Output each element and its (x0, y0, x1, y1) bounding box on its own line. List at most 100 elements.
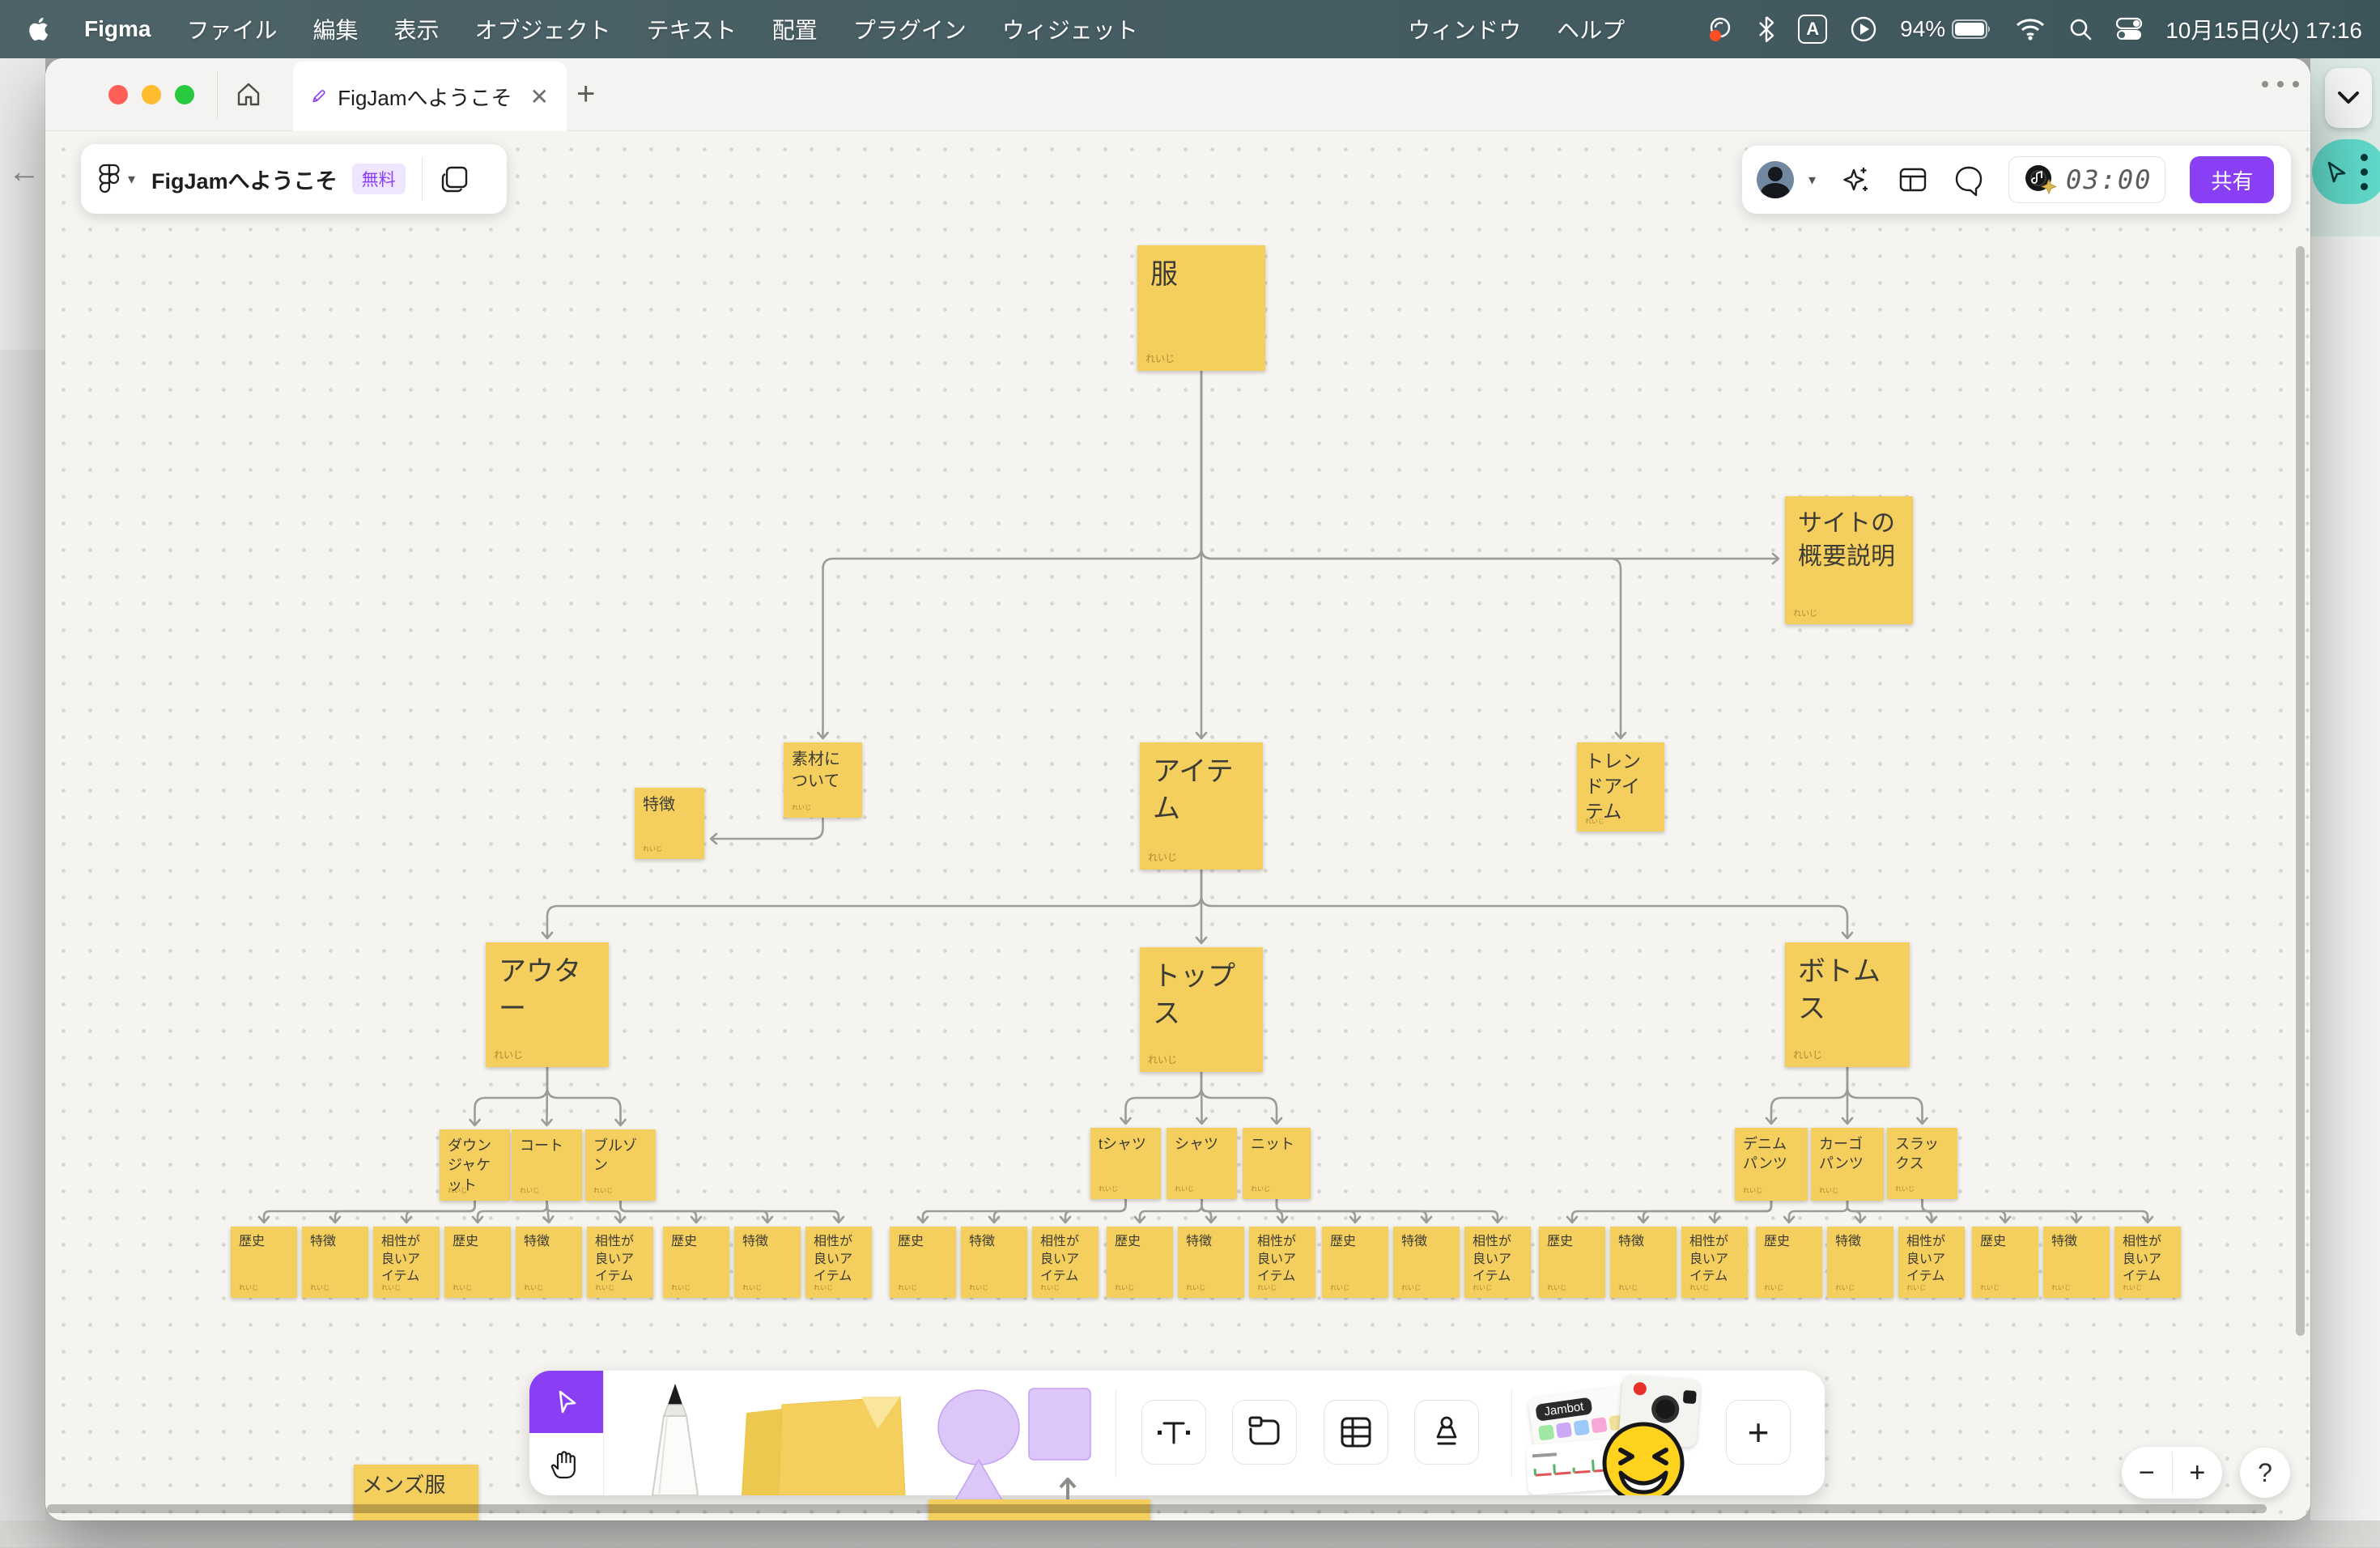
sticky-note-leaf4_1[interactable]: 特徴れいじ (1178, 1227, 1244, 1298)
sticky-note-slacks[interactable]: スラックスれいじ (1887, 1128, 1957, 1199)
templates-icon[interactable] (439, 163, 471, 195)
sticky-note-leaf7_2[interactable]: 相性が良いアイテムれいじ (1898, 1227, 1965, 1298)
sticky-note-denim[interactable]: デニムパンツれいじ (1735, 1128, 1808, 1201)
help-button[interactable]: ? (2240, 1448, 2290, 1498)
menu-item[interactable]: ウィジェット (1002, 13, 1138, 45)
add-tool-button[interactable]: + (1726, 1400, 1791, 1465)
home-button[interactable] (230, 78, 267, 112)
file-tab[interactable]: FigJamへようこそ ✕ (293, 62, 567, 131)
zoom-out-button[interactable]: − (2122, 1447, 2172, 1499)
sticky-note-bottoms[interactable]: ボトムスれいじ (1785, 942, 1910, 1067)
spotlight-search-icon[interactable] (2068, 17, 2093, 41)
avatar[interactable] (1757, 161, 1794, 198)
sticky-note-leaf5_1[interactable]: 特徴れいじ (1393, 1227, 1460, 1298)
sticky-note-down_jacket[interactable]: ダウンジャケットれいじ (440, 1129, 510, 1201)
comment-icon[interactable] (1953, 164, 1984, 196)
sticky-note-leaf3_2[interactable]: 相性が良いアイテムれいじ (1032, 1227, 1099, 1298)
sticky-note-leaf1_1[interactable]: 特徴れいじ (516, 1227, 582, 1298)
play-status-icon[interactable] (1850, 15, 1877, 43)
sticky-note-tshirt[interactable]: tシャツれいじ (1090, 1128, 1161, 1199)
sticky-note-leaf8_2[interactable]: 相性が良いアイテムれいじ (2114, 1227, 2181, 1298)
battery-indicator[interactable]: 94% (1900, 16, 1992, 42)
sticky-note-tops[interactable]: トップスれいじ (1140, 947, 1263, 1072)
figma-logo-icon[interactable] (99, 164, 120, 194)
chevron-down-icon[interactable]: ▾ (128, 171, 135, 188)
wifi-icon[interactable] (2015, 18, 2046, 40)
sticky-note-leaf2_1[interactable]: 特徴れいじ (734, 1227, 801, 1298)
widgets-more-tools[interactable]: Jambot (1525, 1371, 1723, 1495)
sticky-note-outer[interactable]: アウターれいじ (486, 942, 609, 1067)
sticky-note-leaf7_1[interactable]: 特徴れいじ (1827, 1227, 1893, 1298)
sticky-note-leaf1_0[interactable]: 歴史れいじ (444, 1227, 511, 1298)
section-tool[interactable] (1232, 1400, 1297, 1465)
sticky-note-leaf0_1[interactable]: 特徴れいじ (302, 1227, 368, 1298)
template-layout-icon[interactable] (1897, 164, 1929, 196)
sticky-note-trend[interactable]: トレンドアイテムれいじ (1577, 742, 1664, 831)
minimize-window-button[interactable] (142, 85, 161, 104)
timer-widget[interactable]: 03:00 (2008, 156, 2165, 203)
menu-item-window[interactable]: ウィンドウ (1408, 13, 1521, 45)
sticky-note-leaf5_2[interactable]: 相性が良いアイテムれいじ (1464, 1227, 1531, 1298)
sticky-note-knit[interactable]: ニットれいじ (1243, 1128, 1311, 1199)
sticky-note-leaf7_0[interactable]: 歴史れいじ (1756, 1227, 1822, 1298)
sticky-note-sozai[interactable]: 素材についてれいじ (784, 742, 862, 818)
screen-record-status-icon[interactable] (1706, 15, 1735, 44)
sticky-note-leaf6_1[interactable]: 特徴れいじ (1610, 1227, 1677, 1298)
vertical-scrollbar[interactable] (2296, 246, 2305, 1336)
menu-item[interactable]: テキスト (647, 13, 737, 45)
menu-item[interactable]: 編集 (312, 13, 358, 45)
zoom-in-button[interactable]: + (2173, 1447, 2223, 1499)
bluetooth-icon[interactable] (1757, 15, 1775, 43)
figjam-canvas[interactable]: ▾ FigJamへようこそ 無料 ▾ (45, 131, 2310, 1520)
sticky-note-blouson[interactable]: ブルゾンれいじ (585, 1129, 656, 1201)
menu-item[interactable]: 表示 (394, 13, 440, 45)
menu-item[interactable]: プラグイン (853, 13, 967, 45)
collapse-chevron-button[interactable] (2325, 68, 2372, 128)
tab-close-icon[interactable]: ✕ (530, 83, 549, 110)
sticky-note-leaf8_0[interactable]: 歴史れいじ (1972, 1227, 2038, 1298)
sticky-note-cargo[interactable]: カーゴパンツれいじ (1811, 1128, 1884, 1201)
menu-datetime[interactable]: 10月15日(火) 17:16 (2165, 13, 2362, 45)
sticky-note-coat[interactable]: コートれいじ (512, 1129, 582, 1201)
sticky-note-leaf3_0[interactable]: 歴史れいじ (890, 1227, 956, 1298)
sticky-note-leaf6_2[interactable]: 相性が良いアイテムれいじ (1681, 1227, 1748, 1298)
control-center-icon[interactable] (2115, 17, 2143, 41)
sticky-note-shirt[interactable]: シャツれいじ (1167, 1128, 1237, 1199)
sticky-note-site[interactable]: サイトの概要説明れいじ (1785, 496, 1913, 624)
sticky-note-leaf2_2[interactable]: 相性が良いアイテムれいじ (805, 1227, 872, 1298)
sticky-note-fuku[interactable]: 服れいじ (1137, 245, 1265, 371)
menu-item-help[interactable]: ヘルプ (1557, 13, 1625, 45)
menu-app-name[interactable]: Figma (84, 16, 151, 42)
sticky-note-leaf1_2[interactable]: 相性が良いアイテムれいじ (587, 1227, 653, 1298)
select-tool[interactable] (529, 1371, 603, 1433)
sticky-note-leaf6_0[interactable]: 歴史れいじ (1539, 1227, 1605, 1298)
zoom-window-button[interactable] (175, 85, 194, 104)
share-button[interactable]: 共有 (2190, 156, 2274, 203)
chevron-down-icon[interactable]: ▾ (1808, 172, 1816, 189)
sticky-note-leaf2_0[interactable]: 歴史れいじ (663, 1227, 729, 1298)
text-tool[interactable] (1141, 1400, 1206, 1465)
file-title[interactable]: FigJamへようこそ (151, 164, 338, 195)
plan-badge[interactable]: 無料 (352, 164, 406, 194)
apple-logo-icon[interactable] (28, 17, 49, 41)
sticky-note-leaf3_1[interactable]: 特徴れいじ (961, 1227, 1027, 1298)
traffic-lights[interactable] (108, 85, 194, 104)
sticky-note-leaf8_1[interactable]: 特徴れいじ (2043, 1227, 2110, 1298)
sticky-note-leaf0_0[interactable]: 歴史れいじ (231, 1227, 297, 1298)
horizontal-scrollbar[interactable] (47, 1504, 2267, 1513)
stamp-tool[interactable] (1414, 1400, 1479, 1465)
sticky-note-leaf4_0[interactable]: 歴史れいじ (1107, 1227, 1173, 1298)
ai-sparkle-icon[interactable] (1840, 164, 1872, 196)
sticky-note-leaf5_0[interactable]: 歴史れいじ (1322, 1227, 1388, 1298)
sticky-note-leaf4_2[interactable]: 相性が良いアイテムれいじ (1249, 1227, 1315, 1298)
hand-tool[interactable] (529, 1433, 603, 1495)
marker-tool[interactable] (635, 1382, 716, 1495)
table-tool[interactable] (1324, 1400, 1388, 1465)
menu-item[interactable]: ファイル (186, 13, 277, 45)
new-tab-button[interactable]: + (576, 76, 595, 113)
screen-share-pill[interactable] (2312, 139, 2380, 204)
window-more-button[interactable] (2262, 81, 2299, 87)
input-source-icon[interactable]: A (1798, 15, 1827, 44)
sticky-note-leaf0_2[interactable]: 相性が良いアイテムれいじ (373, 1227, 440, 1298)
sticky-note-tool[interactable] (742, 1385, 913, 1495)
